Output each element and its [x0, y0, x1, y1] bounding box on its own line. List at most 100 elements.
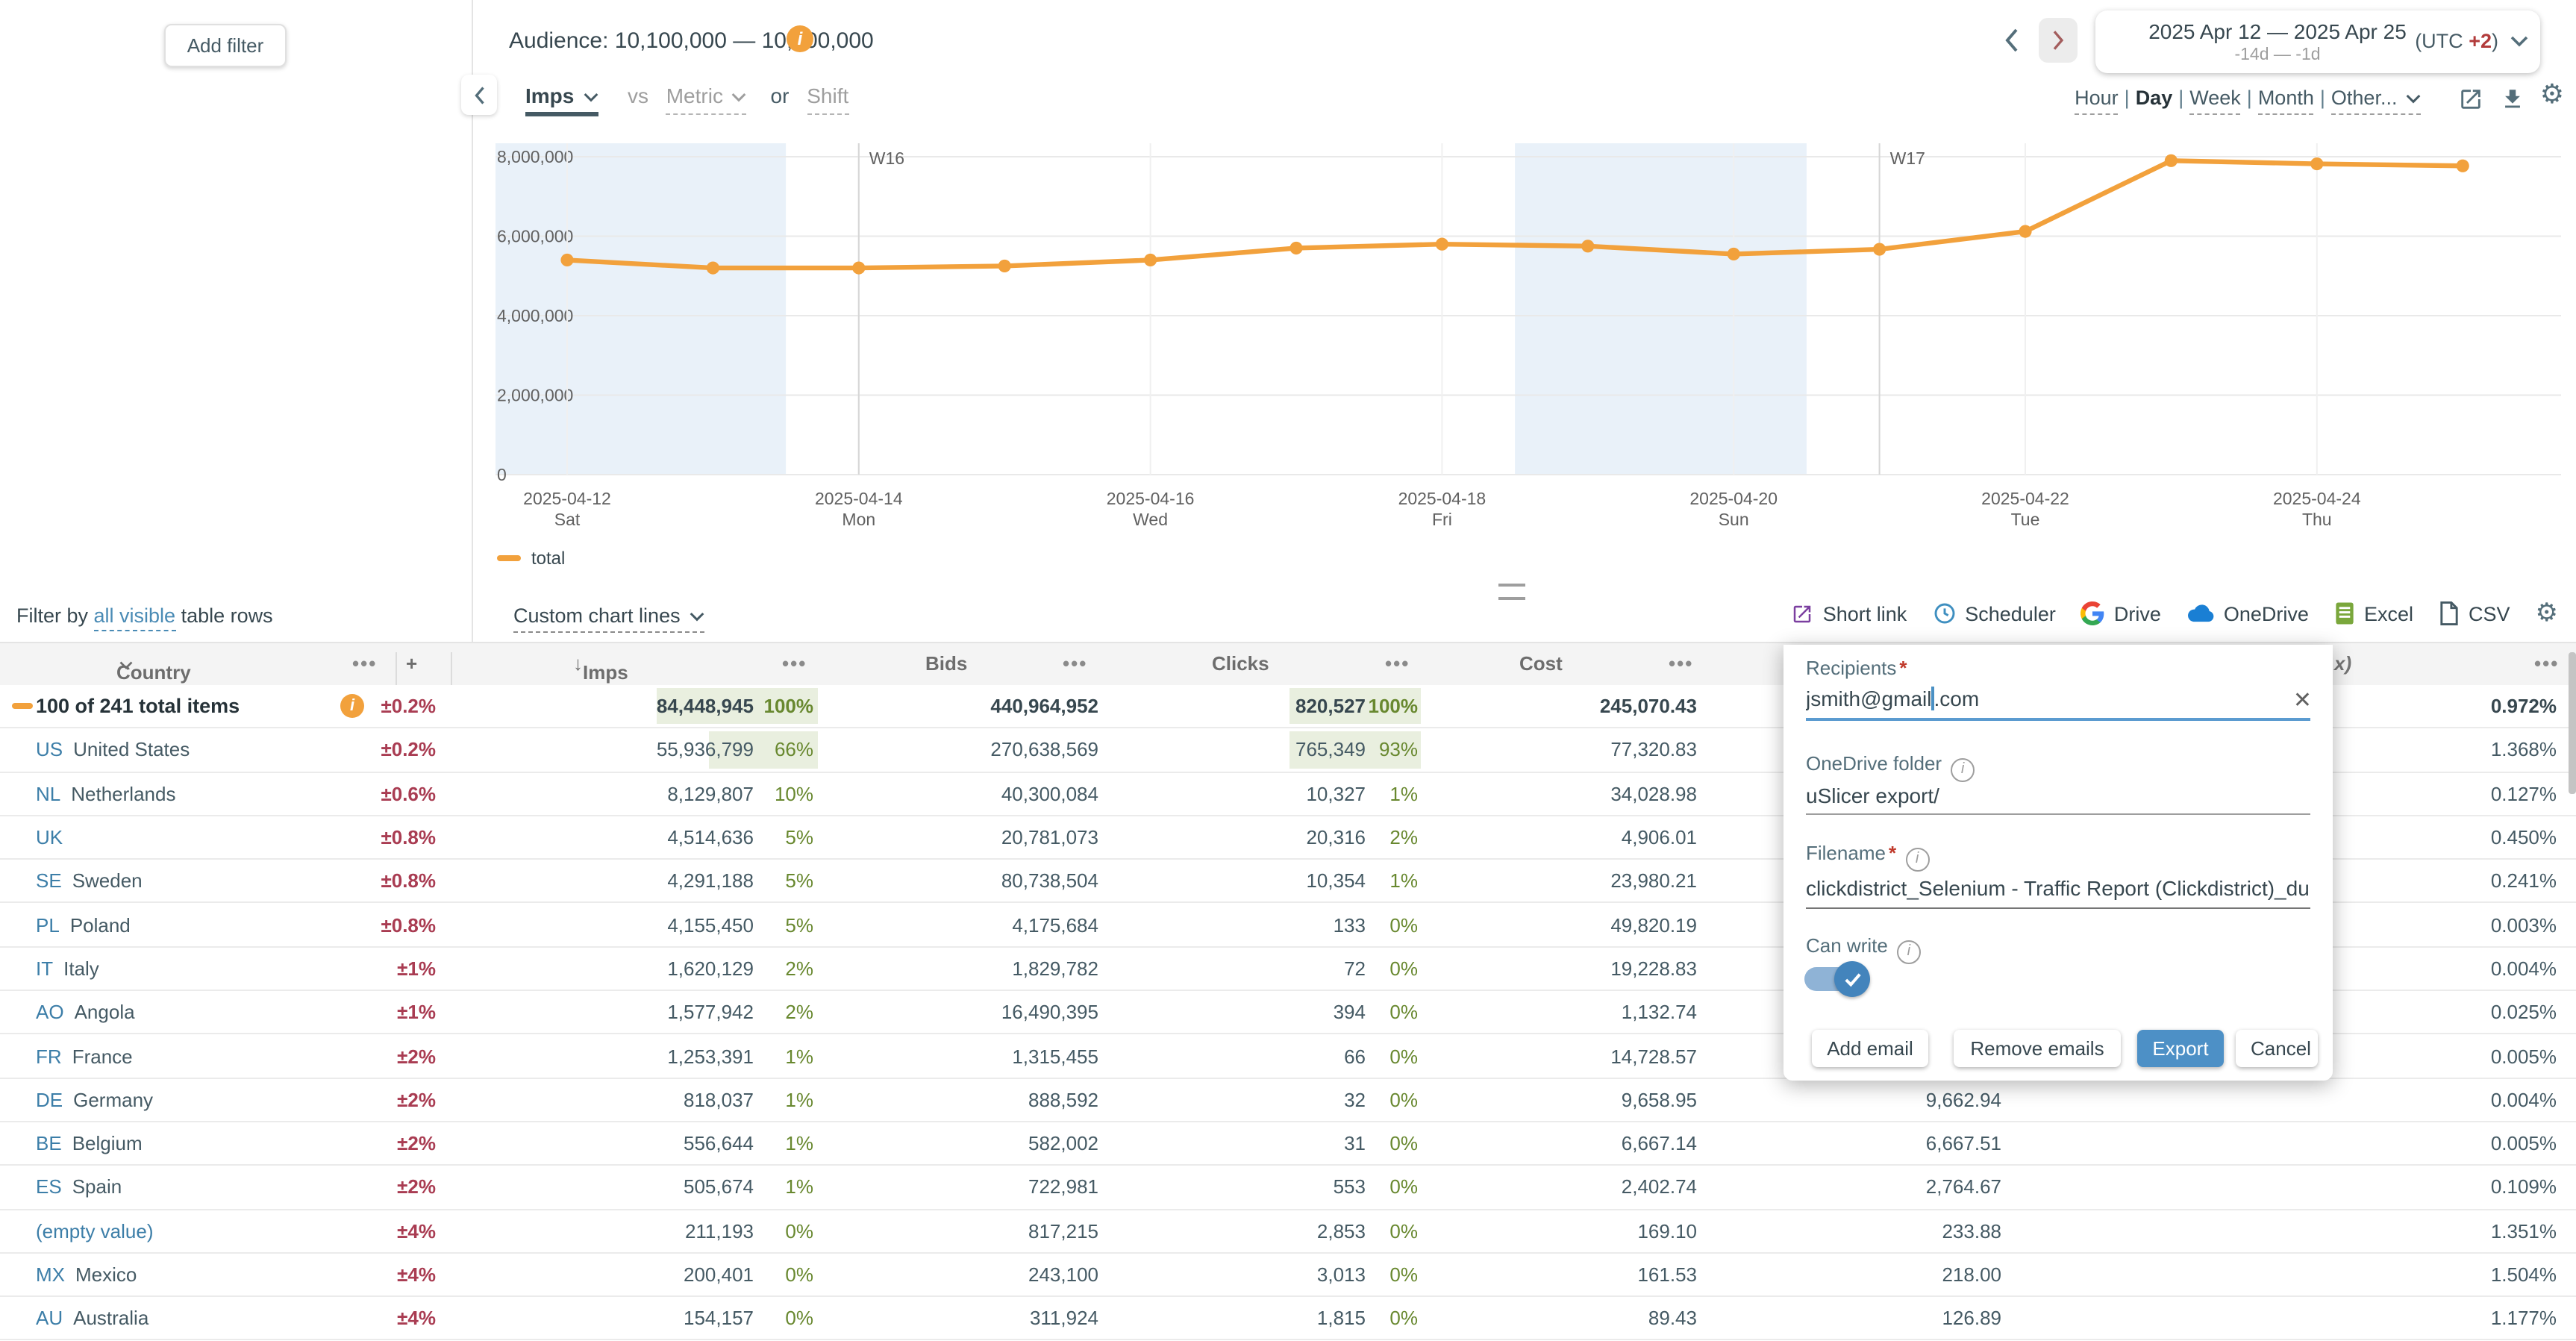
info-icon[interactable]: i — [1897, 940, 1921, 963]
table-row[interactable]: AUAustralia±4%154,1570%311,9241,8150%89.… — [0, 1297, 2576, 1341]
ctr-value: 1.504% — [2491, 1263, 2557, 1286]
column-header-partial[interactable]: x) — [2334, 652, 2351, 675]
granularity-day[interactable]: Day — [2136, 87, 2173, 113]
ctr-value: 0.004% — [2491, 957, 2557, 980]
data-point — [1873, 243, 1886, 255]
download-icon — [2500, 87, 2525, 112]
clicks-value: 3,013 — [1317, 1263, 1366, 1286]
recipients-label: Recipients* — [1806, 657, 1907, 679]
granularity-week[interactable]: Week — [2189, 87, 2241, 115]
data-point — [1728, 248, 1740, 260]
data-point — [2310, 157, 2323, 170]
column-header-clicks[interactable]: Clicks — [1212, 652, 1269, 675]
imps-percent: 100% — [764, 695, 814, 717]
imps-value: 4,291,188 — [667, 870, 754, 893]
country-name: Mexico — [75, 1263, 137, 1286]
country-cell: US United States — [36, 739, 190, 761]
table-row[interactable]: DEGermany±2%818,0371%888,592320%9,658.95… — [0, 1078, 2576, 1122]
table-row[interactable]: MXMexico±4%200,4010%243,1003,0130%161.53… — [0, 1254, 2576, 1298]
country-code: US — [36, 739, 63, 761]
column-menu-bids[interactable]: ••• — [1063, 652, 1087, 675]
recipients-input[interactable]: jsmith@gmail.com — [1806, 687, 2279, 710]
onedrive-cloud-icon — [2186, 603, 2215, 624]
clicks-percent: 0% — [1389, 1089, 1418, 1111]
clicks-value: 32 — [1344, 1089, 1366, 1111]
imps-percent: 5% — [785, 870, 813, 893]
onedrive-export-button[interactable]: OneDrive — [2186, 602, 2309, 625]
csv-export-button[interactable]: CSV — [2439, 601, 2510, 625]
short-link-button[interactable]: Short link — [1792, 602, 1907, 625]
info-icon[interactable]: i — [340, 694, 364, 718]
bids-value: 243,100 — [1028, 1263, 1098, 1286]
column-menu-country[interactable]: ••• — [352, 652, 377, 675]
audience-info-icon[interactable]: i — [787, 25, 813, 52]
y-tick-label: 2,000,000 — [497, 386, 573, 405]
open-chart-link-button[interactable] — [2458, 87, 2483, 119]
column-header-bids[interactable]: Bids — [925, 652, 967, 675]
imps-percent: 5% — [785, 913, 813, 936]
clicks-percent: 2% — [1389, 826, 1418, 848]
data-point — [2457, 160, 2469, 172]
column-header-country[interactable]: Country — [116, 652, 133, 675]
scheduler-button[interactable]: Scheduler — [1932, 601, 2056, 625]
imps-value: 55,936,799 — [657, 739, 754, 761]
column-header-cost[interactable]: Cost — [1519, 652, 1563, 675]
custom-chart-lines-dropdown[interactable]: Custom chart lines — [513, 604, 704, 633]
imps-percent: 1% — [785, 1045, 813, 1067]
onedrive-folder-input[interactable]: uSlicer export/ — [1806, 784, 2310, 807]
date-range-picker[interactable]: 2025 Apr 12 — 2025 Apr 25 -14d — -1d (UT… — [2095, 10, 2540, 73]
legend-swatch — [497, 555, 521, 561]
vertical-scrollbar[interactable] — [2569, 652, 2576, 794]
date-prev-button[interactable] — [2003, 27, 2030, 57]
info-icon[interactable]: i — [1951, 757, 1975, 781]
column-header-imps[interactable]: ↓ Imps — [573, 652, 583, 675]
table-settings-button[interactable]: ⚙ — [2536, 600, 2559, 627]
legend-item-total[interactable]: total — [497, 548, 565, 569]
clear-recipients-icon[interactable]: ✕ — [2293, 687, 2312, 713]
granularity-other[interactable]: Other... — [2331, 87, 2421, 115]
table-row[interactable]: ESSpain±2%505,6741%722,9815530%2,402.742… — [0, 1166, 2576, 1210]
all-visible-link[interactable]: all visible — [94, 604, 176, 631]
granularity-month[interactable]: Month — [2258, 87, 2314, 115]
column-menu-cost[interactable]: ••• — [1669, 652, 1693, 675]
download-chart-button[interactable] — [2500, 87, 2525, 119]
google-drive-export-button[interactable]: Drive — [2081, 601, 2161, 625]
imps-percent: 1% — [785, 1132, 813, 1154]
delta-value: ±1% — [397, 957, 436, 980]
table-row[interactable]: (empty value)±4%211,1930%817,2152,8530%1… — [0, 1210, 2576, 1254]
cost-value: 1,132.74 — [1622, 1001, 1697, 1023]
chart-collapse-button[interactable] — [461, 75, 497, 115]
granularity-hour[interactable]: Hour — [2075, 87, 2119, 115]
add-column-button[interactable]: + — [406, 652, 417, 675]
can-write-toggle[interactable] — [1804, 967, 1864, 991]
shift-toggle[interactable]: Shift — [807, 84, 848, 115]
delta-value: ±2% — [397, 1089, 436, 1111]
country-name: Italy — [63, 957, 99, 980]
info-icon[interactable]: i — [1905, 847, 1929, 871]
audience-range-label: Audience: 10,100,000 — 10,200,000 — [509, 28, 874, 54]
compare-metric-dropdown[interactable]: Metric — [666, 84, 747, 115]
date-range-label: 2025 Apr 12 — 2025 Apr 25 — [2143, 19, 2412, 43]
cancel-button[interactable]: Cancel — [2236, 1030, 2318, 1067]
country-code: UK — [36, 826, 63, 848]
csv-file-icon — [2439, 601, 2460, 625]
x-tick-date: 2025-04-16 — [1107, 489, 1195, 508]
country-name: France — [72, 1045, 133, 1067]
export-button[interactable]: Export — [2137, 1030, 2224, 1067]
add-email-button[interactable]: Add email — [1812, 1030, 1928, 1067]
clicks-percent: 100% — [1369, 695, 1419, 717]
excel-export-button[interactable]: Excel — [2334, 601, 2413, 625]
date-next-button[interactable] — [2039, 18, 2078, 63]
column-menu-clicks[interactable]: ••• — [1385, 652, 1410, 675]
filename-input[interactable]: clickdistrict_Selenium - Traffic Report … — [1806, 876, 2324, 900]
add-filter-button[interactable]: Add filter — [164, 24, 287, 67]
column-menu-last[interactable]: ••• — [2534, 652, 2559, 675]
remove-emails-button[interactable]: Remove emails — [1954, 1030, 2121, 1067]
ctr-value: 1.177% — [2491, 1307, 2557, 1330]
primary-metric-dropdown[interactable]: Imps — [525, 84, 598, 116]
table-row[interactable]: BEBelgium±2%556,6441%582,002310%6,667.14… — [0, 1122, 2576, 1166]
column-menu-imps[interactable]: ••• — [782, 652, 807, 675]
y-tick-label: 8,000,000 — [497, 147, 573, 166]
chart-settings-button[interactable]: ⚙ — [2540, 82, 2564, 109]
country-name: United States — [73, 739, 190, 761]
